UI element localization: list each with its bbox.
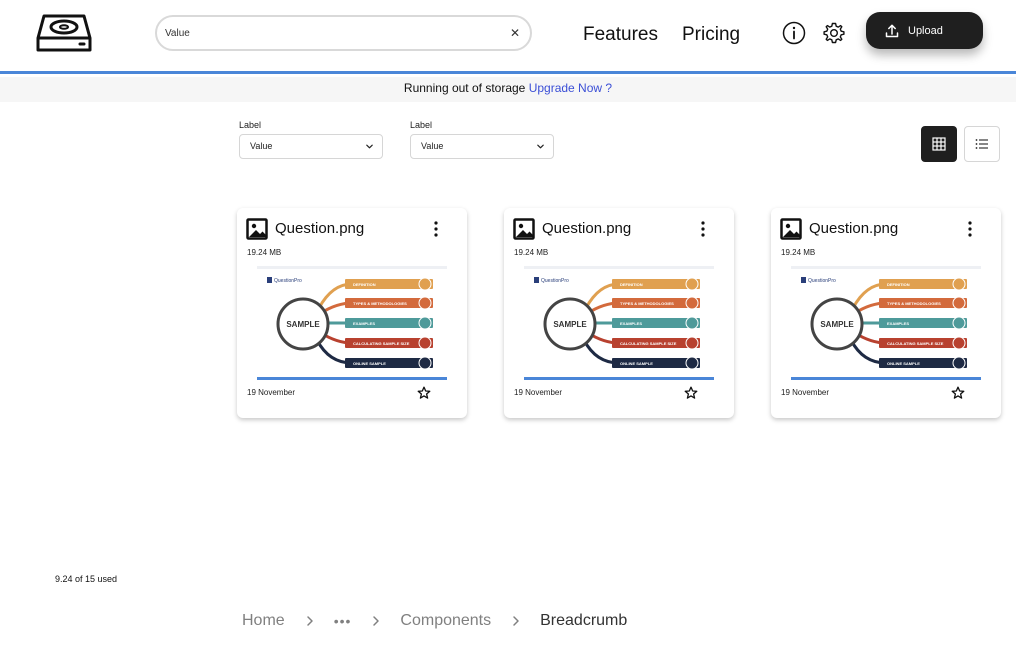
filter-label: Label — [410, 120, 433, 130]
file-card[interactable]: Question.png 19.24 MB QuestionPro SAMPLE… — [771, 208, 1001, 418]
brand-logo-icon — [267, 277, 272, 283]
grid-icon — [932, 137, 946, 151]
file-size: 19.24 MB — [514, 248, 549, 257]
upgrade-now-link[interactable]: Upgrade Now ? — [529, 81, 612, 95]
list-icon — [975, 139, 988, 149]
thumbnail-center-label: SAMPLE — [286, 320, 320, 329]
search-bar: ✕ — [155, 15, 532, 51]
file-thumbnail: QuestionPro SAMPLE DEFINITION TYPES & ME… — [257, 266, 447, 381]
filter-dropdown-1: Label Value — [239, 120, 383, 159]
search-input[interactable] — [165, 24, 495, 42]
gear-icon[interactable] — [822, 21, 846, 45]
upload-button[interactable]: Upload — [866, 12, 983, 49]
thumbnail-item-label: ONLINE SAMPLE — [887, 361, 920, 366]
file-thumbnail: QuestionPro SAMPLE DEFINITION TYPES & ME… — [791, 266, 981, 381]
more-vertical-icon[interactable] — [965, 220, 975, 238]
nav-features-link[interactable]: Features — [583, 24, 658, 46]
file-size: 19.24 MB — [781, 248, 816, 257]
file-name: Question.png — [542, 220, 632, 237]
thumbnail-center-label: SAMPLE — [820, 320, 854, 329]
thumbnail-item-label: TYPES & METHODOLOGIES — [620, 301, 674, 306]
chevron-right-icon — [306, 616, 313, 626]
filter-value: Value — [250, 141, 273, 151]
app-header: ✕ Features Pricing Upload — [0, 0, 1016, 74]
nav-pricing-link[interactable]: Pricing — [682, 24, 740, 46]
thumbnail-item-label: EXAMPLES — [620, 321, 642, 326]
thumbnail-item-label: ONLINE SAMPLE — [353, 361, 386, 366]
thumbnail-brand: QuestionPro — [541, 278, 569, 284]
file-date: 19 November — [514, 388, 563, 397]
breadcrumb-home[interactable]: Home — [242, 612, 285, 630]
more-vertical-icon[interactable] — [698, 220, 708, 238]
file-card[interactable]: Question.png 19.24 MB QuestionPro SAMPLE… — [237, 208, 467, 418]
filter-dropdown-2: Label Value — [410, 120, 554, 159]
banner-text: Running out of storage — [403, 81, 529, 95]
chevron-down-icon — [537, 144, 544, 149]
thumbnail-item-label: EXAMPLES — [887, 321, 909, 326]
upload-icon — [885, 24, 899, 37]
image-file-icon — [780, 218, 802, 240]
file-name: Question.png — [275, 220, 365, 237]
breadcrumb: Home ••• Components Breadcrumb — [242, 612, 627, 630]
file-date: 19 November — [247, 388, 296, 397]
clear-search-icon[interactable]: ✕ — [508, 26, 522, 40]
filter-value: Value — [421, 141, 444, 151]
star-icon[interactable] — [951, 386, 965, 400]
thumbnail-center-label: SAMPLE — [553, 320, 587, 329]
star-icon[interactable] — [417, 386, 431, 400]
file-thumbnail: QuestionPro SAMPLE DEFINITION TYPES & ME… — [524, 266, 714, 381]
file-date: 19 November — [781, 388, 830, 397]
hard-drive-logo-icon[interactable] — [36, 12, 92, 54]
thumbnail-brand: QuestionPro — [808, 278, 836, 284]
thumbnail-item-label: ONLINE SAMPLE — [620, 361, 653, 366]
grid-view-button[interactable] — [921, 126, 957, 162]
filter-label: Label — [239, 120, 262, 130]
filter-select[interactable]: Value — [410, 134, 554, 159]
thumbnail-item-label: CALCULATING SAMPLE SIZE — [353, 341, 410, 346]
chevron-right-icon — [513, 616, 519, 626]
star-icon[interactable] — [684, 386, 698, 400]
thumbnail-item-label: DEFINITION — [620, 282, 643, 287]
list-view-button[interactable] — [964, 126, 1000, 162]
storage-warning-banner: Running out of storage Upgrade Now ? — [0, 77, 1016, 102]
thumbnail-item-label: CALCULATING SAMPLE SIZE — [620, 341, 677, 346]
breadcrumb-current: Breadcrumb — [540, 612, 628, 629]
thumbnail-brand: QuestionPro — [274, 278, 302, 284]
breadcrumb-ellipsis[interactable]: ••• — [334, 613, 352, 629]
brand-logo-icon — [534, 277, 539, 283]
storage-usage: 9.24 of 15 used — [55, 574, 118, 584]
brand-logo-icon — [801, 277, 806, 283]
file-card[interactable]: Question.png 19.24 MB QuestionPro SAMPLE… — [504, 208, 734, 418]
thumbnail-item-label: CALCULATING SAMPLE SIZE — [887, 341, 944, 346]
chevron-down-icon — [366, 144, 373, 149]
thumbnail-item-label: DEFINITION — [353, 282, 376, 287]
more-vertical-icon[interactable] — [431, 220, 441, 238]
info-icon[interactable] — [782, 21, 806, 45]
upload-button-label: Upload — [908, 24, 943, 37]
thumbnail-item-label: TYPES & METHODOLOGIES — [353, 301, 407, 306]
thumbnail-item-label: EXAMPLES — [353, 321, 375, 326]
file-name: Question.png — [809, 220, 899, 237]
image-file-icon — [513, 218, 535, 240]
thumbnail-item-label: TYPES & METHODOLOGIES — [887, 301, 941, 306]
filter-select[interactable]: Value — [239, 134, 383, 159]
chevron-right-icon — [373, 616, 380, 626]
file-size: 19.24 MB — [247, 248, 282, 257]
thumbnail-item-label: DEFINITION — [887, 282, 910, 287]
breadcrumb-components[interactable]: Components — [400, 612, 491, 630]
image-file-icon — [246, 218, 268, 240]
